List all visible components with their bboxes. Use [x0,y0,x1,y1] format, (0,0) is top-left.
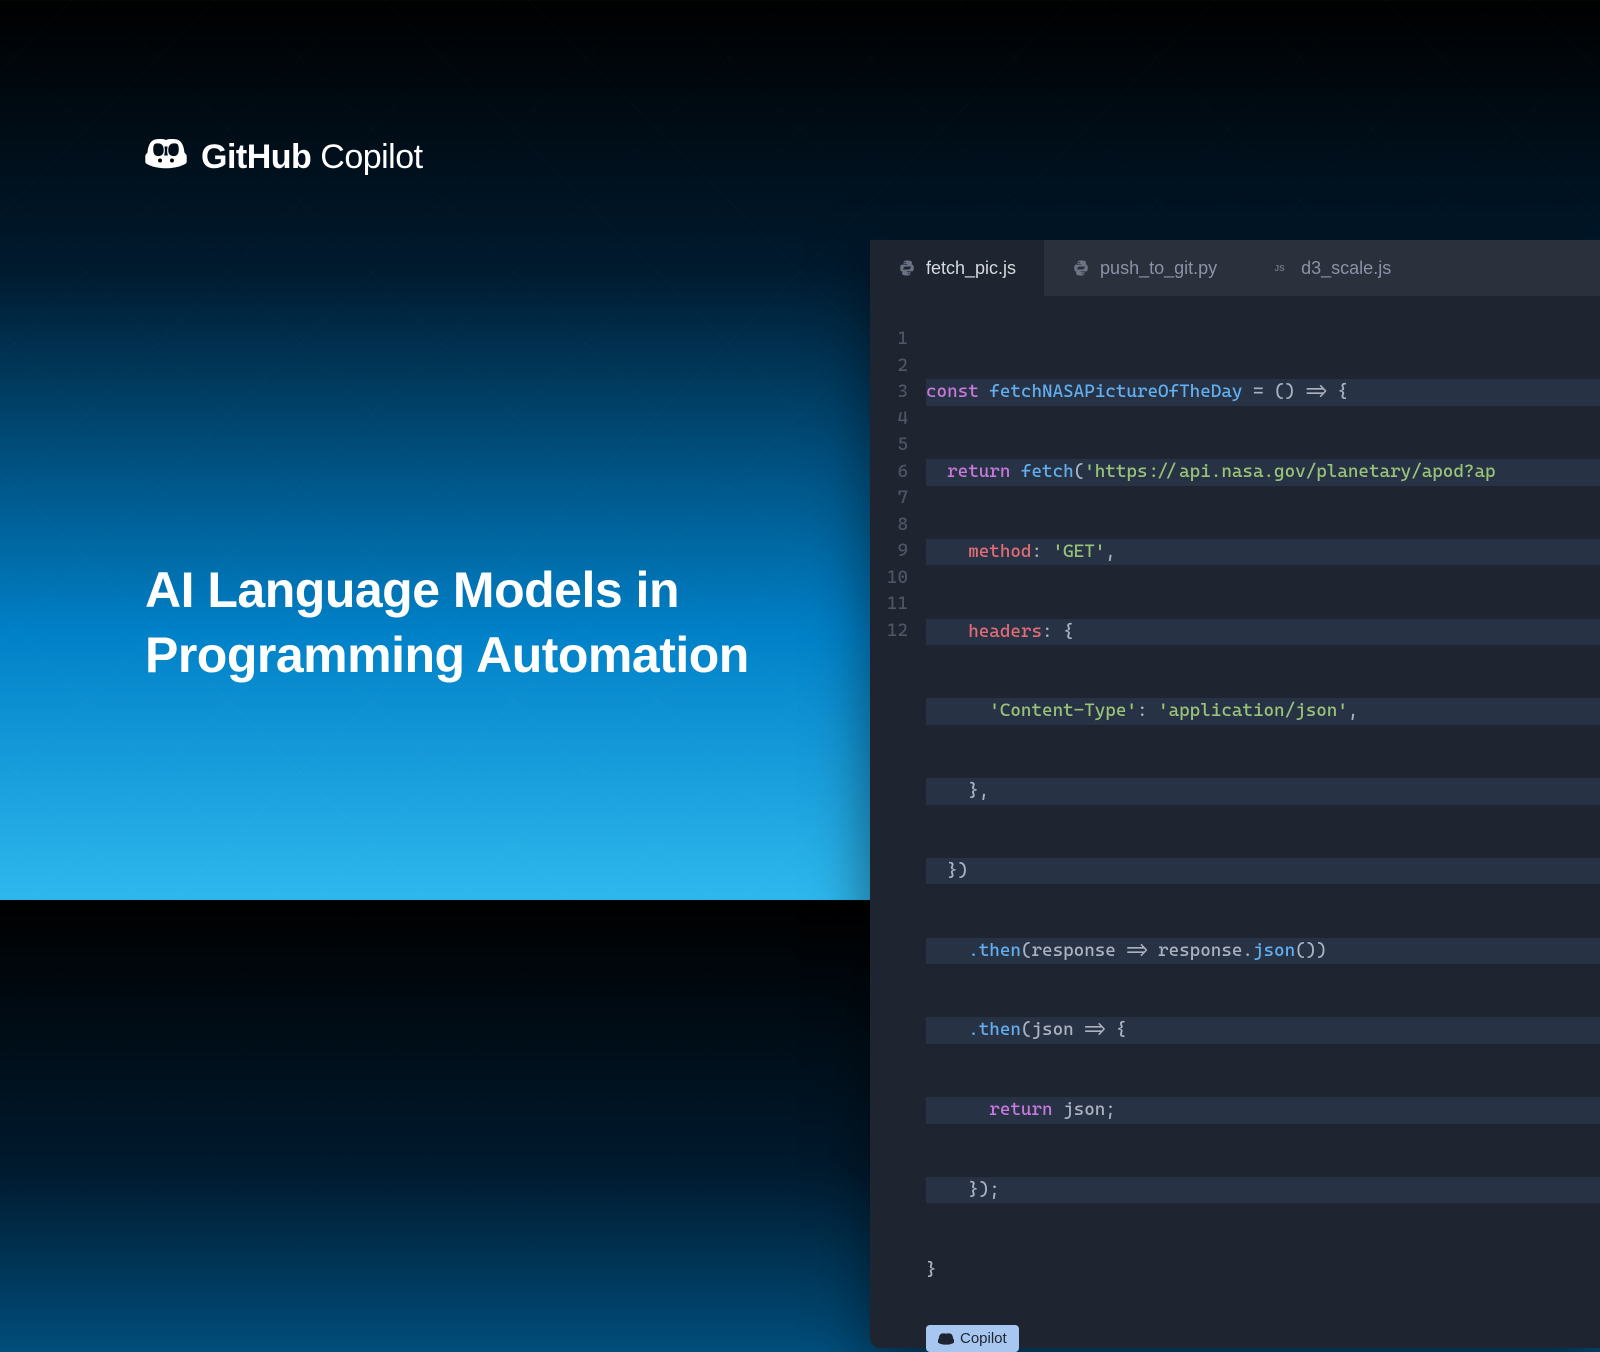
copilot-icon [145,139,187,177]
code-line: }); [926,1177,1600,1204]
code-line: method: 'GET', [926,539,1600,566]
code-line: } [926,1257,1600,1284]
tab-label: d3_scale.js [1301,258,1391,279]
code-line: return fetch('https://api.nasa.gov/plane… [926,459,1600,486]
headline-line-1: AI Language Models in [145,558,749,623]
headline-line-2: Programming Automation [145,623,749,688]
svg-text:JS: JS [1275,264,1286,273]
code-editor: fetch_pic.js push_to_git.py JS d3_scale.… [870,240,1600,1348]
tab-label: fetch_pic.js [926,258,1016,279]
python-icon [1072,259,1090,277]
code-content: const fetchNASAPictureOfTheDay = () => {… [926,326,1600,1336]
code-line: return json; [926,1097,1600,1124]
code-line: }) [926,858,1600,885]
logo-copilot-text: Copilot [311,138,422,176]
code-line: .then(response => response.json()) [926,938,1600,965]
code-line: 'Content-Type': 'application/json', [926,698,1600,725]
copilot-icon [938,1332,954,1346]
js-icon: JS [1273,259,1291,277]
badge-label: Copilot [960,1330,1007,1347]
headline: AI Language Models in Programming Automa… [145,558,749,688]
tab-bar: fetch_pic.js push_to_git.py JS d3_scale.… [870,240,1600,296]
logo-github-text: GitHub [201,138,311,176]
code-line: headers: { [926,619,1600,646]
logo: GitHub Copilot [145,138,423,177]
tab-fetch-pic[interactable]: fetch_pic.js [870,240,1044,296]
code-line: const fetchNASAPictureOfTheDay = () => { [926,379,1600,406]
tab-label: push_to_git.py [1100,258,1217,279]
code-line: }, [926,778,1600,805]
copilot-badge[interactable]: Copilot [926,1325,1019,1352]
line-numbers: 1 2 3 4 5 6 7 8 9 10 11 12 [870,326,926,1336]
tab-d3-scale[interactable]: JS d3_scale.js [1245,240,1419,296]
python-icon [898,259,916,277]
tab-push-to-git[interactable]: push_to_git.py [1044,240,1245,296]
code-line: .then(json => { [926,1017,1600,1044]
code-area[interactable]: 1 2 3 4 5 6 7 8 9 10 11 12 const fetchNA… [870,296,1600,1348]
